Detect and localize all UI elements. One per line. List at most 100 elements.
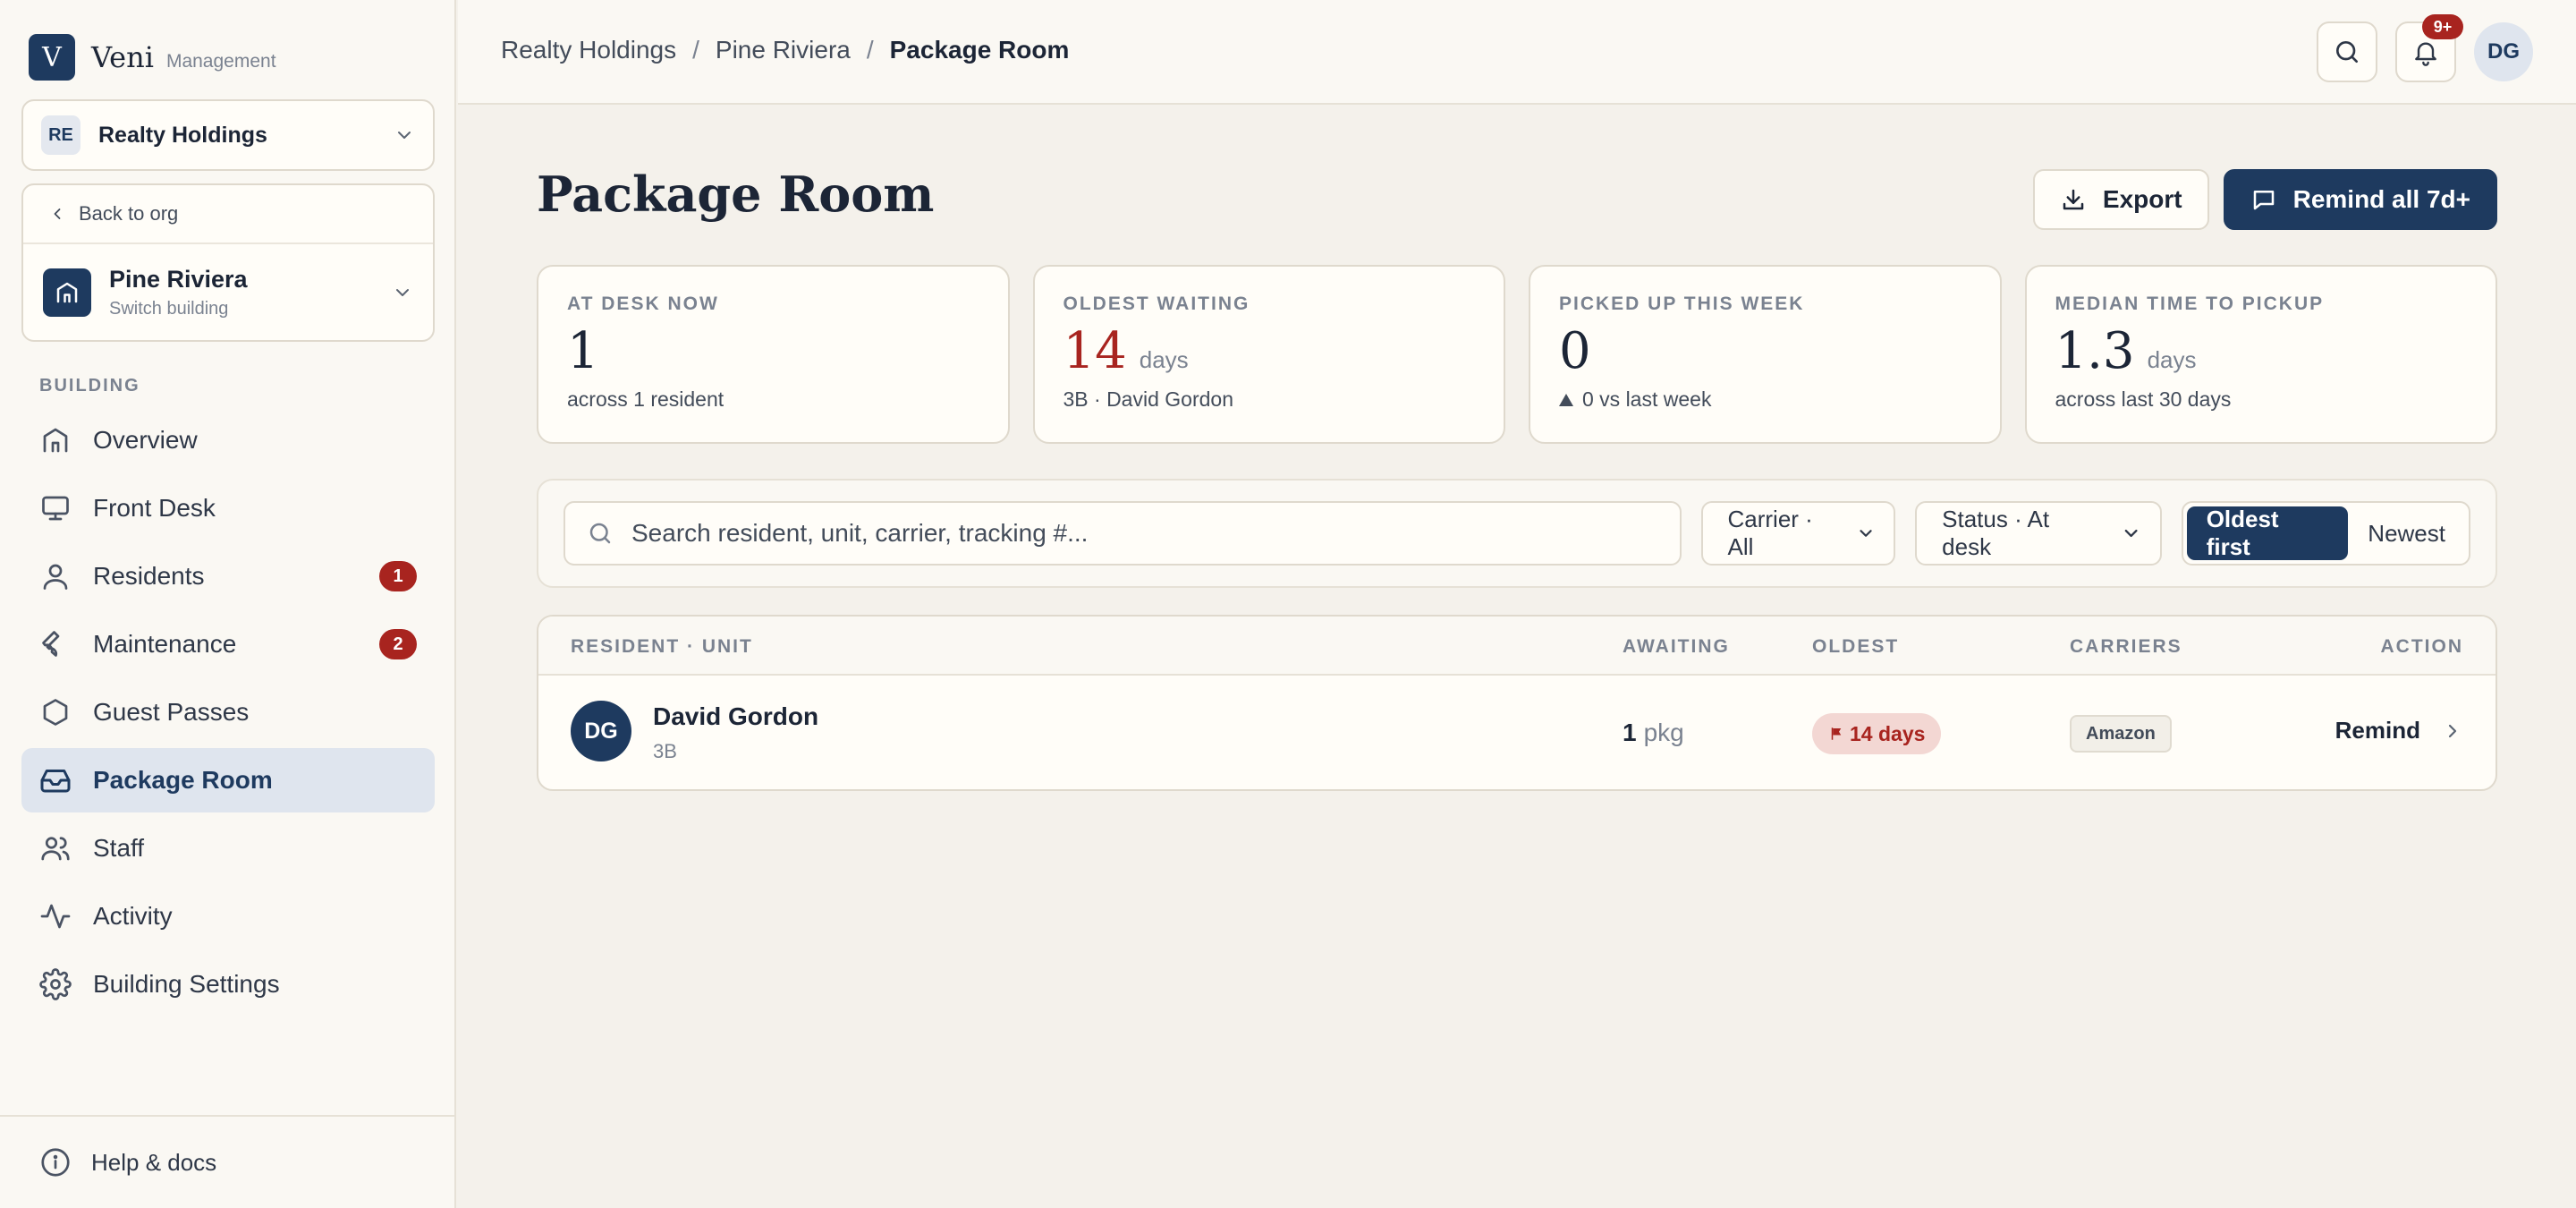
breadcrumb: Realty Holdings / Pine Riviera / Package… [501, 36, 1069, 64]
sidebar-item-label: Overview [93, 426, 198, 454]
stat-label: OLDEST WAITING [1063, 293, 1250, 314]
remind-label: Remind [2334, 717, 2420, 744]
chevron-left-icon [54, 208, 61, 219]
flag-icon [1831, 727, 1842, 740]
export-button[interactable]: Export [2032, 169, 2209, 230]
breadcrumb-separator: / [692, 36, 699, 64]
message-icon [2253, 191, 2274, 210]
status-filter-select[interactable]: Status · At desk [1915, 501, 2162, 566]
help-docs-link[interactable]: Help & docs [0, 1115, 454, 1208]
stat-unit: days [2147, 346, 2197, 373]
maintenance-count-badge: 2 [379, 629, 417, 659]
sidebar-item-package-room[interactable]: Package Room [21, 748, 435, 812]
inbox-icon [40, 770, 71, 793]
user-avatar[interactable]: DG [2474, 22, 2533, 81]
stat-card-oldest-waiting: OLDEST WAITING 14 days 3B · David Gordon [1032, 265, 1505, 444]
col-carriers-header[interactable]: CARRIERS [2070, 636, 2182, 658]
sidebar-item-guest-passes[interactable]: Guest Passes [21, 680, 435, 744]
info-icon [41, 1148, 70, 1177]
back-to-org-link[interactable]: Back to org [23, 185, 433, 244]
carrier-filter-select[interactable]: Carrier · All [1700, 501, 1896, 566]
users-icon [41, 837, 70, 861]
topbar: Realty Holdings / Pine Riviera / Package… [458, 0, 2576, 105]
activity-icon [40, 904, 71, 929]
resident-name[interactable]: David Gordon [653, 702, 818, 731]
sidebar-item-maintenance[interactable]: Maintenance 2 [21, 612, 435, 676]
carrier-filter-value: Carrier · All [1727, 506, 1813, 560]
search-icon [589, 523, 611, 544]
search-button[interactable] [2317, 21, 2377, 82]
awaiting-count-unit: pkg [1643, 719, 1684, 746]
sidebar-item-residents[interactable]: Residents 1 [21, 544, 435, 608]
breadcrumb-building[interactable]: Pine Riviera [716, 36, 851, 64]
stat-subtext: 3B · David Gordon [1063, 387, 1233, 411]
oldest-age-value: 14 days [1850, 721, 1926, 745]
sidebar-item-label: Building Settings [93, 970, 280, 998]
brand-name: Veni [91, 40, 154, 74]
col-oldest-header[interactable]: OLDEST [1812, 636, 1899, 658]
switch-building-label: Switch building [109, 298, 229, 319]
sort-oldest-first[interactable]: Oldest first [2186, 506, 2349, 560]
breadcrumb-separator: / [866, 36, 874, 64]
status-filter-value: Status · At desk [1942, 506, 2050, 560]
carrier-tag: Amazon [2070, 715, 2172, 753]
wrench-icon [42, 631, 60, 657]
notification-count-badge: 9+ [2422, 14, 2463, 39]
awaiting-count-value: 1 [1623, 719, 1637, 746]
sidebar-item-staff[interactable]: Staff [21, 816, 435, 880]
resident-avatar: DG [571, 701, 631, 761]
sidebar-item-overview[interactable]: Overview [21, 408, 435, 472]
breadcrumb-org[interactable]: Realty Holdings [501, 36, 676, 64]
stat-label: PICKED UP THIS WEEK [1559, 293, 1805, 314]
sidebar-item-front-desk[interactable]: Front Desk [21, 476, 435, 540]
bell-icon [2415, 42, 2436, 66]
home-icon [43, 428, 68, 453]
org-name: Realty Holdings [98, 122, 267, 148]
back-to-org-label: Back to org [79, 202, 179, 225]
sidebar-item-label: Staff [93, 834, 145, 862]
stat-value: 1 [567, 322, 599, 380]
building-switcher[interactable]: Pine Riviera Switch building [23, 244, 433, 340]
table-row[interactable]: DG David Gordon 3B 1 pkg 14 days Amazon R… [538, 676, 2496, 789]
stats-row: AT DESK NOW 1 across 1 resident OLDEST W… [537, 265, 2497, 444]
remind-all-label: Remind all 7d+ [2292, 185, 2470, 213]
monitor-icon [42, 496, 69, 521]
sidebar-item-label: Activity [93, 902, 173, 930]
stat-subtext-row: 0 vs last week [1559, 387, 1971, 412]
chevron-down-icon [398, 132, 411, 139]
stat-label: AT DESK NOW [567, 293, 719, 314]
notifications-button[interactable]: 9+ [2395, 14, 2463, 82]
org-switcher[interactable]: RE Realty Holdings [21, 99, 435, 171]
search-input[interactable] [631, 519, 1658, 548]
remind-all-button[interactable]: Remind all 7d+ [2223, 169, 2497, 230]
search-box[interactable] [564, 501, 1682, 566]
building-name: Pine Riviera [109, 265, 248, 293]
stat-card-median-time: MEDIAN TIME TO PICKUP 1.3 days across la… [2024, 265, 2497, 444]
stat-value: 1.3 [2055, 322, 2135, 380]
sidebar-item-activity[interactable]: Activity [21, 884, 435, 949]
brand[interactable]: V Veni Management [29, 34, 276, 81]
brand-subtitle: Management [165, 51, 276, 72]
stat-unit: days [1139, 346, 1189, 373]
help-docs-label: Help & docs [91, 1148, 217, 1176]
sidebar-item-building-settings[interactable]: Building Settings [21, 952, 435, 1017]
sidebar-nav: Overview Front Desk Residents 1 Maintena… [21, 408, 435, 1020]
residents-count-badge: 1 [379, 561, 417, 591]
breadcrumb-current: Package Room [889, 36, 1070, 64]
awaiting-count: 1 pkg [1623, 719, 1684, 747]
brand-logo: V [29, 34, 75, 81]
nav-section-label: BUILDING [39, 376, 140, 396]
sort-newest[interactable]: Newest [2348, 506, 2465, 560]
col-resident-header[interactable]: RESIDENT · UNIT [571, 636, 753, 658]
building-icon [43, 268, 91, 317]
sidebar-item-label: Residents [93, 562, 205, 590]
building-card: Back to org Pine Riviera Switch building [21, 183, 435, 342]
stat-subtext: across last 30 days [2055, 387, 2232, 411]
col-awaiting-header[interactable]: AWAITING [1623, 636, 1730, 658]
col-action-header: ACTION [2380, 636, 2463, 657]
sidebar-item-label: Front Desk [93, 494, 216, 522]
table-header: RESIDENT · UNIT AWAITING OLDEST CARRIERS… [538, 617, 2496, 676]
page-title: Package Room [537, 166, 935, 223]
sidebar: V Veni Management RE Realty Holdings Bac… [0, 0, 456, 1208]
remind-button[interactable]: Remind [2335, 717, 2463, 744]
